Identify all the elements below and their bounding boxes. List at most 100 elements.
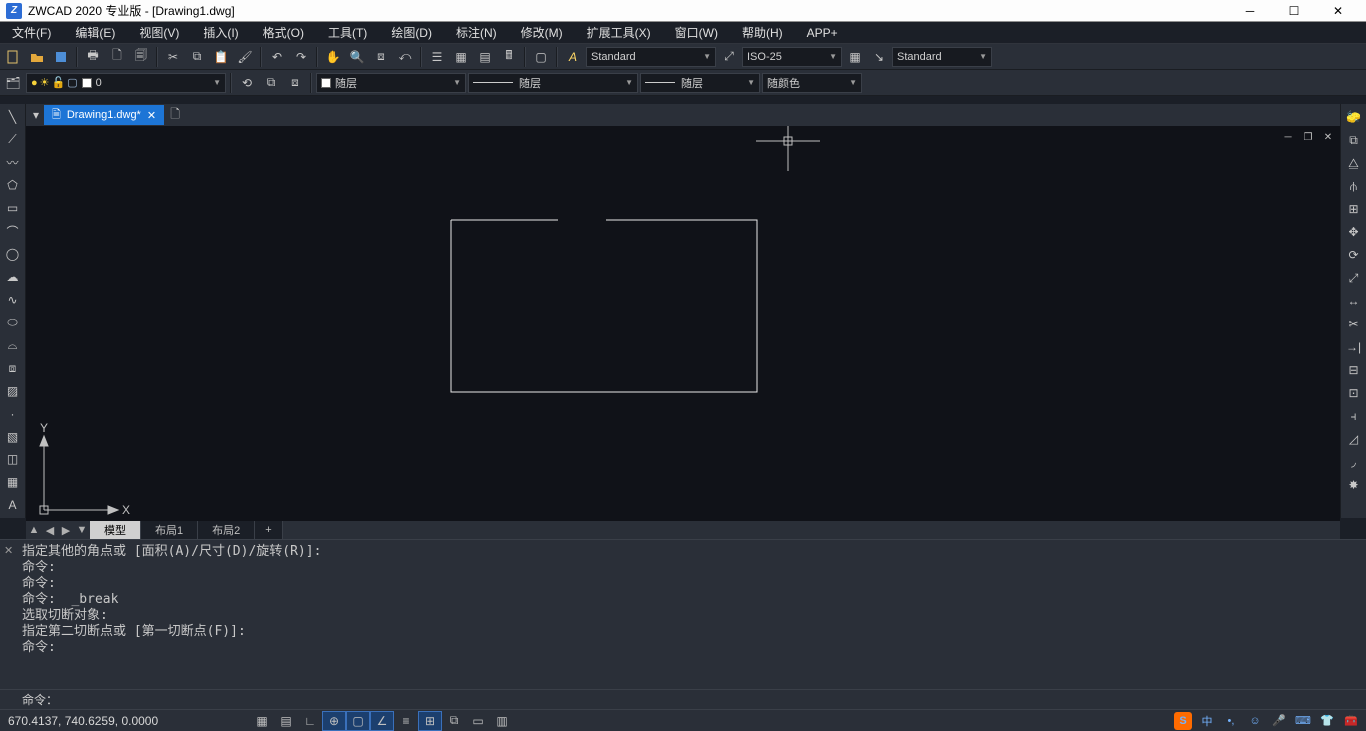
zoom-prev-icon[interactable]: ⤺ — [394, 46, 416, 68]
dim-style-icon[interactable]: ⤢ — [718, 46, 740, 68]
save-icon[interactable] — [50, 46, 72, 68]
cut-icon[interactable]: ✂ — [162, 46, 184, 68]
polar-toggle[interactable]: ⊕ — [322, 711, 346, 731]
ime-emoji-icon[interactable]: ☺ — [1246, 712, 1264, 730]
point-icon[interactable]: · — [2, 403, 24, 425]
zoom-window-icon[interactable]: ⧈ — [370, 46, 392, 68]
copy-icon[interactable]: ⧉ — [186, 46, 208, 68]
ortho-toggle[interactable]: ∟ — [298, 711, 322, 731]
erase-icon[interactable]: 🧽 — [1343, 106, 1365, 128]
menu-express[interactable]: 扩展工具(X) — [575, 22, 663, 43]
polyline-icon[interactable]: 〰 — [2, 152, 24, 174]
text-style-combo[interactable]: Standard▼ — [586, 47, 716, 67]
lwt-toggle[interactable]: ≡ — [394, 711, 418, 731]
ellipse-icon[interactable]: ⬭ — [2, 311, 24, 333]
break-at-point-icon[interactable]: ⊟ — [1343, 359, 1365, 381]
linetype-combo[interactable]: 随层▼ — [468, 73, 638, 93]
layer-manager-icon[interactable]: 🗂 — [2, 72, 24, 94]
publish-icon[interactable]: 🗐 — [130, 46, 152, 68]
rectangle-icon[interactable]: ▭ — [2, 197, 24, 219]
fillet-icon[interactable]: ◞ — [1343, 451, 1365, 473]
move-icon[interactable]: ✥ — [1343, 221, 1365, 243]
model-toggle[interactable]: ▭ — [466, 711, 490, 731]
array-icon[interactable]: ⊞ — [1343, 198, 1365, 220]
menu-modify[interactable]: 修改(M) — [509, 22, 575, 43]
explode-icon[interactable]: ✸ — [1343, 474, 1365, 496]
menu-tools[interactable]: 工具(T) — [316, 22, 379, 43]
mtext-icon[interactable]: A — [2, 494, 24, 516]
zoom-realtime-icon[interactable]: 🔍 — [346, 46, 368, 68]
tab-model[interactable]: 模型 — [90, 521, 141, 539]
drawing-canvas[interactable]: ─ ❐ ✕ X Y — [26, 126, 1340, 521]
close-button[interactable]: ✕ — [1316, 1, 1360, 21]
menu-file[interactable]: 文件(F) — [0, 22, 63, 43]
osnap-toggle[interactable]: ▢ — [346, 711, 370, 731]
menu-window[interactable]: 窗口(W) — [663, 22, 730, 43]
grid-toggle[interactable]: ▤ — [274, 711, 298, 731]
table-style-icon[interactable]: ▦ — [844, 46, 866, 68]
ime-punct-icon[interactable]: •, — [1222, 712, 1240, 730]
scale-icon[interactable]: ⤢ — [1343, 267, 1365, 289]
region-icon[interactable]: ◫ — [2, 448, 24, 470]
print-preview-icon[interactable]: 🗋 — [106, 46, 128, 68]
tab-layout2[interactable]: 布局2 — [198, 521, 255, 539]
menu-insert[interactable]: 插入(I) — [191, 22, 250, 43]
spline-icon[interactable]: ∿ — [2, 289, 24, 311]
design-center-icon[interactable]: ▦ — [450, 46, 472, 68]
command-close-icon[interactable]: ✕ — [4, 544, 13, 557]
hatch-icon[interactable]: ▧ — [2, 426, 24, 448]
menu-edit[interactable]: 编辑(E) — [63, 22, 127, 43]
stretch-icon[interactable]: ↔ — [1343, 290, 1365, 312]
layout-nav-prev-icon[interactable]: ◀ — [42, 522, 58, 538]
properties-icon[interactable]: ☰ — [426, 46, 448, 68]
layout-nav-last-icon[interactable]: ▼ — [74, 522, 90, 538]
ime-mic-icon[interactable]: 🎤 — [1270, 712, 1288, 730]
layout-nav-first-icon[interactable]: ▲ — [26, 522, 42, 538]
layer-combo[interactable]: ● ☀ 🔓 ▢ 0 ▼ — [26, 73, 226, 93]
doc-tab-new-icon[interactable]: 🗋 — [164, 104, 186, 126]
ime-keyboard-icon[interactable]: ⌨ — [1294, 712, 1312, 730]
layer-prev-icon[interactable]: ⟲ — [236, 72, 258, 94]
redo-icon[interactable]: ↷ — [290, 46, 312, 68]
cycle-toggle[interactable]: ⧉ — [442, 711, 466, 731]
tool-palettes-icon[interactable]: ▤ — [474, 46, 496, 68]
revcloud-icon[interactable]: ☁ — [2, 266, 24, 288]
arc-icon[interactable]: ⌒ — [2, 220, 24, 242]
mleader-style-icon[interactable]: ↘ — [868, 46, 890, 68]
ime-lang-icon[interactable]: 中 — [1198, 712, 1216, 730]
ellipse-arc-icon[interactable]: ⌓ — [2, 334, 24, 356]
tab-layout1[interactable]: 布局1 — [141, 521, 198, 539]
print-icon[interactable]: 🖶 — [82, 46, 104, 68]
matchprop-icon[interactable]: 🖌 — [234, 46, 256, 68]
ime-sogou-icon[interactable]: S — [1174, 712, 1192, 730]
minimize-button[interactable]: ─ — [1228, 1, 1272, 21]
new-icon[interactable] — [2, 46, 24, 68]
mirror-icon[interactable]: ⧋ — [1343, 152, 1365, 174]
layout-nav-next-icon[interactable]: ▶ — [58, 522, 74, 538]
table-icon[interactable]: ▦ — [2, 471, 24, 493]
chamfer-icon[interactable]: ◿ — [1343, 428, 1365, 450]
text-style-icon[interactable]: A — [562, 46, 584, 68]
join-icon[interactable]: ⫞ — [1343, 405, 1365, 427]
menu-draw[interactable]: 绘图(D) — [379, 22, 444, 43]
break-icon[interactable]: ⊡ — [1343, 382, 1365, 404]
offset-icon[interactable]: ⫛ — [1343, 175, 1365, 197]
make-block-icon[interactable]: ▨ — [2, 380, 24, 402]
clean-screen-icon[interactable]: ▢ — [530, 46, 552, 68]
paste-icon[interactable]: 📋 — [210, 46, 232, 68]
command-history[interactable]: 指定其他的角点或 [面积(A)/尺寸(D)/旋转(R)]: 命令: 命令: 命令… — [0, 540, 1366, 689]
dim-style-combo[interactable]: ISO-25▼ — [742, 47, 842, 67]
coordinate-readout[interactable]: 670.4137, 740.6259, 0.0000 — [0, 714, 250, 728]
copy-obj-icon[interactable]: ⧉ — [1343, 129, 1365, 151]
open-icon[interactable] — [26, 46, 48, 68]
circle-icon[interactable]: ◯ — [2, 243, 24, 265]
ime-toolbox-icon[interactable]: 🧰 — [1342, 712, 1360, 730]
menu-format[interactable]: 格式(O) — [251, 22, 316, 43]
layer-iso-icon[interactable]: ⧈ — [284, 72, 306, 94]
menu-help[interactable]: 帮助(H) — [730, 22, 795, 43]
doc-tab-active[interactable]: 🗎 Drawing1.dwg* ✕ — [44, 105, 164, 125]
menu-dim[interactable]: 标注(N) — [444, 22, 509, 43]
trim-icon[interactable]: ✂ — [1343, 313, 1365, 335]
menu-appplus[interactable]: APP+ — [795, 22, 850, 43]
line-icon[interactable]: ╲ — [2, 106, 24, 128]
